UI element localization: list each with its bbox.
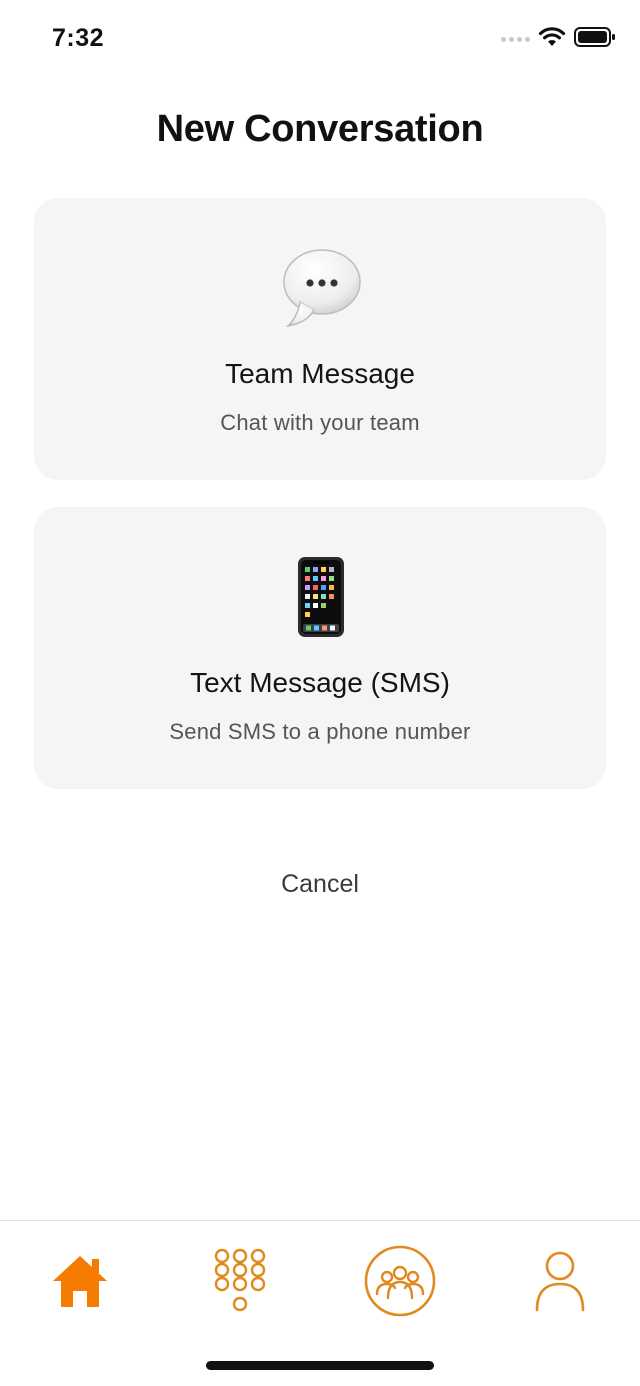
sms-message-option[interactable]: Text Message (SMS) Send SMS to a phone n… bbox=[34, 507, 606, 789]
team-message-title: Team Message bbox=[225, 358, 415, 389]
wifi-icon bbox=[538, 27, 566, 46]
status-icons bbox=[501, 26, 616, 48]
home-icon bbox=[53, 1256, 107, 1307]
profile-icon bbox=[535, 1251, 585, 1312]
page-title: New Conversation bbox=[156, 108, 484, 150]
speech-bubble-icon bbox=[34, 246, 606, 330]
team-group-icon bbox=[364, 1245, 436, 1317]
status-bar: 7:32 bbox=[0, 0, 640, 80]
sms-message-title: Text Message (SMS) bbox=[190, 667, 450, 698]
tab-team[interactable] bbox=[355, 1241, 445, 1321]
battery-icon bbox=[574, 27, 615, 47]
home-indicator[interactable] bbox=[206, 1361, 434, 1370]
tab-home[interactable] bbox=[35, 1241, 125, 1321]
mobile-phone-icon bbox=[34, 555, 606, 639]
dialpad-icon bbox=[214, 1248, 266, 1312]
cancel-button[interactable]: Cancel bbox=[220, 870, 420, 899]
team-message-subtitle: Chat with your team bbox=[220, 410, 420, 435]
tab-profile[interactable] bbox=[515, 1241, 605, 1321]
tab-dialpad[interactable] bbox=[195, 1241, 285, 1321]
team-message-option[interactable]: Team Message Chat with your team bbox=[34, 198, 606, 480]
sms-message-subtitle: Send SMS to a phone number bbox=[169, 719, 471, 744]
signal-dots-icon bbox=[501, 36, 530, 42]
status-time: 7:32 bbox=[52, 24, 105, 52]
